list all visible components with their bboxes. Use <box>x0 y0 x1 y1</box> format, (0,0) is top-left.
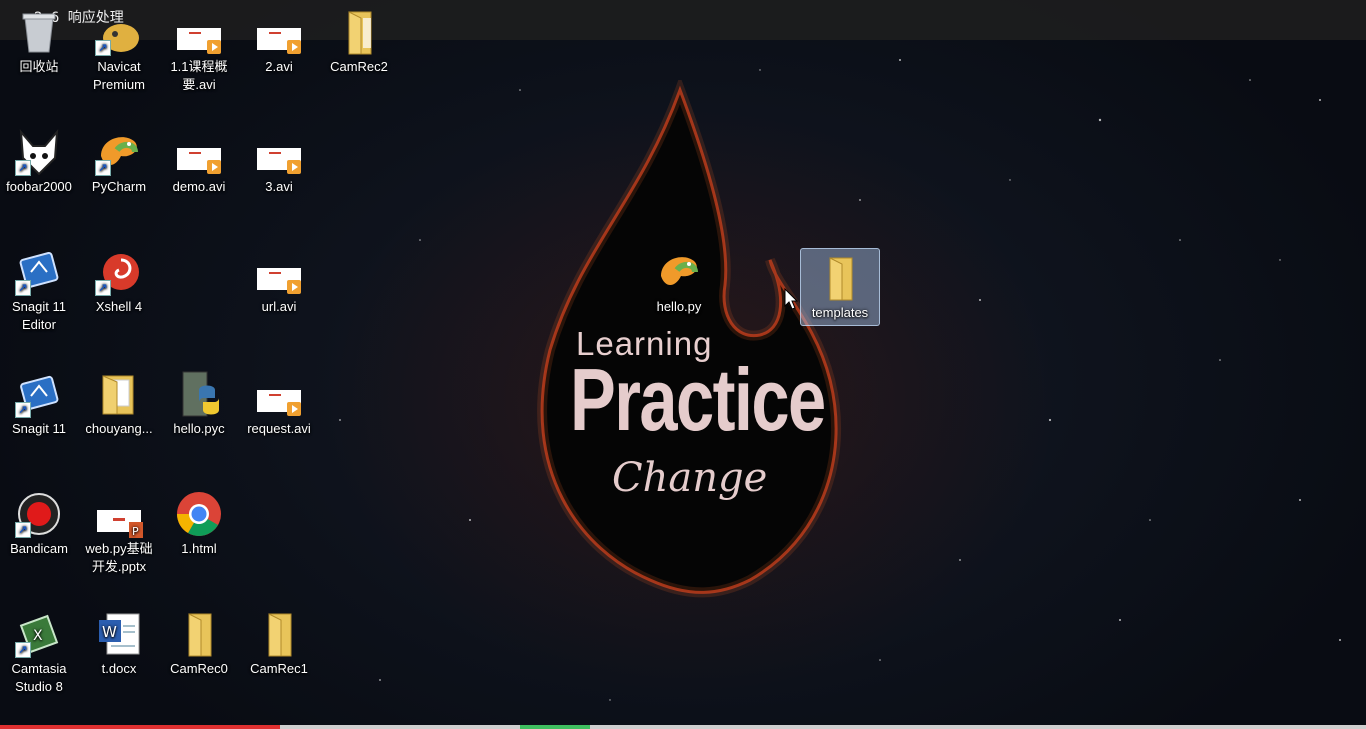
desktop-icon-1-html[interactable]: 1.html <box>160 490 238 558</box>
taskbar-progress-green <box>520 725 590 729</box>
bandicam-icon: ↗ <box>15 490 63 538</box>
icon-label: chouyang... <box>85 421 153 436</box>
icon-label: foobar2000 <box>6 179 72 194</box>
desktop-icon-navicat[interactable]: ↗ Navicat Premium <box>80 8 158 94</box>
desktop-icon-course-avi[interactable]: 1.1课程概要.avi <box>160 8 238 94</box>
icon-label: Camtasia Studio 8 <box>11 661 67 694</box>
mouse-cursor-icon <box>784 288 798 310</box>
snagit-editor-icon: ↗ <box>15 248 63 296</box>
video-file-icon <box>255 128 303 176</box>
icon-label: demo.avi <box>172 179 226 194</box>
icon-label: Navicat Premium <box>92 59 145 92</box>
video-file-icon <box>175 128 223 176</box>
pptx-file-icon: P <box>95 490 143 538</box>
icon-label: CamRec2 <box>330 59 388 74</box>
word-file-icon: W <box>95 610 143 658</box>
icon-label: 回收站 <box>19 59 59 74</box>
desktop-icon-webpy-pptx[interactable]: P web.py基础开发.pptx <box>80 490 158 576</box>
desktop-icon-demo-avi[interactable]: demo.avi <box>160 128 238 196</box>
camtasia-icon: X ↗ <box>15 610 63 658</box>
folder-icon <box>255 610 303 658</box>
desktop-icon-pycharm[interactable]: ↗ PyCharm <box>80 128 158 196</box>
folder-icon <box>816 254 864 302</box>
navicat-icon: ↗ <box>95 8 143 56</box>
chrome-icon <box>175 490 223 538</box>
icon-label: t.docx <box>101 661 137 676</box>
shortcut-arrow-icon: ↗ <box>95 280 111 296</box>
icon-label: hello.py <box>656 299 702 314</box>
desktop-icon-t-docx[interactable]: W t.docx <box>80 610 158 678</box>
snagit-icon: ↗ <box>15 370 63 418</box>
desktop-icon-foobar2000[interactable]: ↗ foobar2000 <box>0 128 78 196</box>
desktop-icon-hello-py[interactable]: hello.py <box>640 248 718 316</box>
taskbar-strip <box>0 725 1366 729</box>
desktop-icon-camrec2[interactable]: CamRec2 <box>320 8 398 76</box>
video-file-icon <box>255 370 303 418</box>
desktop-icon-camrec1[interactable]: CamRec1 <box>240 610 318 678</box>
desktop-icon-xshell[interactable]: ↗ Xshell 4 <box>80 248 158 316</box>
icon-label: hello.pyc <box>173 421 225 436</box>
desktop-icon-snagit-editor[interactable]: ↗ Snagit 11 Editor <box>0 248 78 334</box>
icon-label: 3.avi <box>265 179 293 194</box>
folder-icon <box>335 8 383 56</box>
desktop-icon-snagit[interactable]: ↗ Snagit 11 <box>0 370 78 438</box>
icon-label: CamRec0 <box>170 661 228 676</box>
icon-label: Xshell 4 <box>95 299 143 314</box>
folder-icon <box>95 370 143 418</box>
wallpaper-practice-text: Practice <box>570 350 826 449</box>
desktop-icon-3-avi[interactable]: 3.avi <box>240 128 318 196</box>
wallpaper-change-text: Change <box>612 455 768 501</box>
shortcut-arrow-icon: ↗ <box>95 40 111 56</box>
pycharm-icon: ↗ <box>95 128 143 176</box>
shortcut-arrow-icon: ↗ <box>15 522 31 538</box>
folder-icon <box>175 610 223 658</box>
desktop-icon-request-avi[interactable]: request.avi <box>240 370 318 438</box>
svg-text:P: P <box>132 525 139 538</box>
icon-label: 2.avi <box>265 59 293 74</box>
icon-label: 1.html <box>181 541 217 556</box>
shortcut-arrow-icon: ↗ <box>15 280 31 296</box>
svg-text:X: X <box>33 628 43 644</box>
icon-label: PyCharm <box>91 179 147 194</box>
icon-label: request.avi <box>247 421 311 436</box>
desktop-icon-2-avi[interactable]: 2.avi <box>240 8 318 76</box>
icon-label: Bandicam <box>10 541 68 556</box>
desktop-icon-camrec0[interactable]: CamRec0 <box>160 610 238 678</box>
desktop-icon-url-avi[interactable]: url.avi <box>240 248 318 316</box>
icon-label: templates <box>811 305 869 320</box>
shortcut-arrow-icon: ↗ <box>15 160 31 176</box>
video-file-icon <box>255 248 303 296</box>
icon-label: CamRec1 <box>250 661 308 676</box>
shortcut-arrow-icon: ↗ <box>15 402 31 418</box>
desktop-icon-hello-pyc[interactable]: hello.pyc <box>160 370 238 438</box>
foobar2000-icon: ↗ <box>15 128 63 176</box>
icon-label: 1.1课程概要.avi <box>170 59 228 92</box>
video-file-icon <box>175 8 223 56</box>
icon-label: Snagit 11 <box>12 421 66 436</box>
desktop-icon-camtasia[interactable]: X ↗ Camtasia Studio 8 <box>0 610 78 696</box>
desktop-icon-bandicam[interactable]: ↗ Bandicam <box>0 490 78 558</box>
xshell-icon: ↗ <box>95 248 143 296</box>
video-file-icon <box>255 8 303 56</box>
shortcut-arrow-icon: ↗ <box>15 642 31 658</box>
icon-label: web.py基础开发.pptx <box>85 541 153 574</box>
svg-text:W: W <box>102 623 117 641</box>
python-file-icon <box>175 370 223 418</box>
pycharm-file-icon <box>655 248 703 296</box>
icon-label: Snagit 11 Editor <box>12 299 66 332</box>
desktop-icon-templates-folder[interactable]: templates <box>800 248 880 326</box>
desktop-icon-recycle-bin[interactable]: 回收站 <box>0 8 78 76</box>
recycle-bin-icon <box>15 8 63 56</box>
taskbar-progress-red <box>0 725 280 729</box>
shortcut-arrow-icon: ↗ <box>95 160 111 176</box>
desktop-icon-chouyang-folder[interactable]: chouyang... <box>80 370 158 438</box>
icon-label: url.avi <box>261 299 297 314</box>
